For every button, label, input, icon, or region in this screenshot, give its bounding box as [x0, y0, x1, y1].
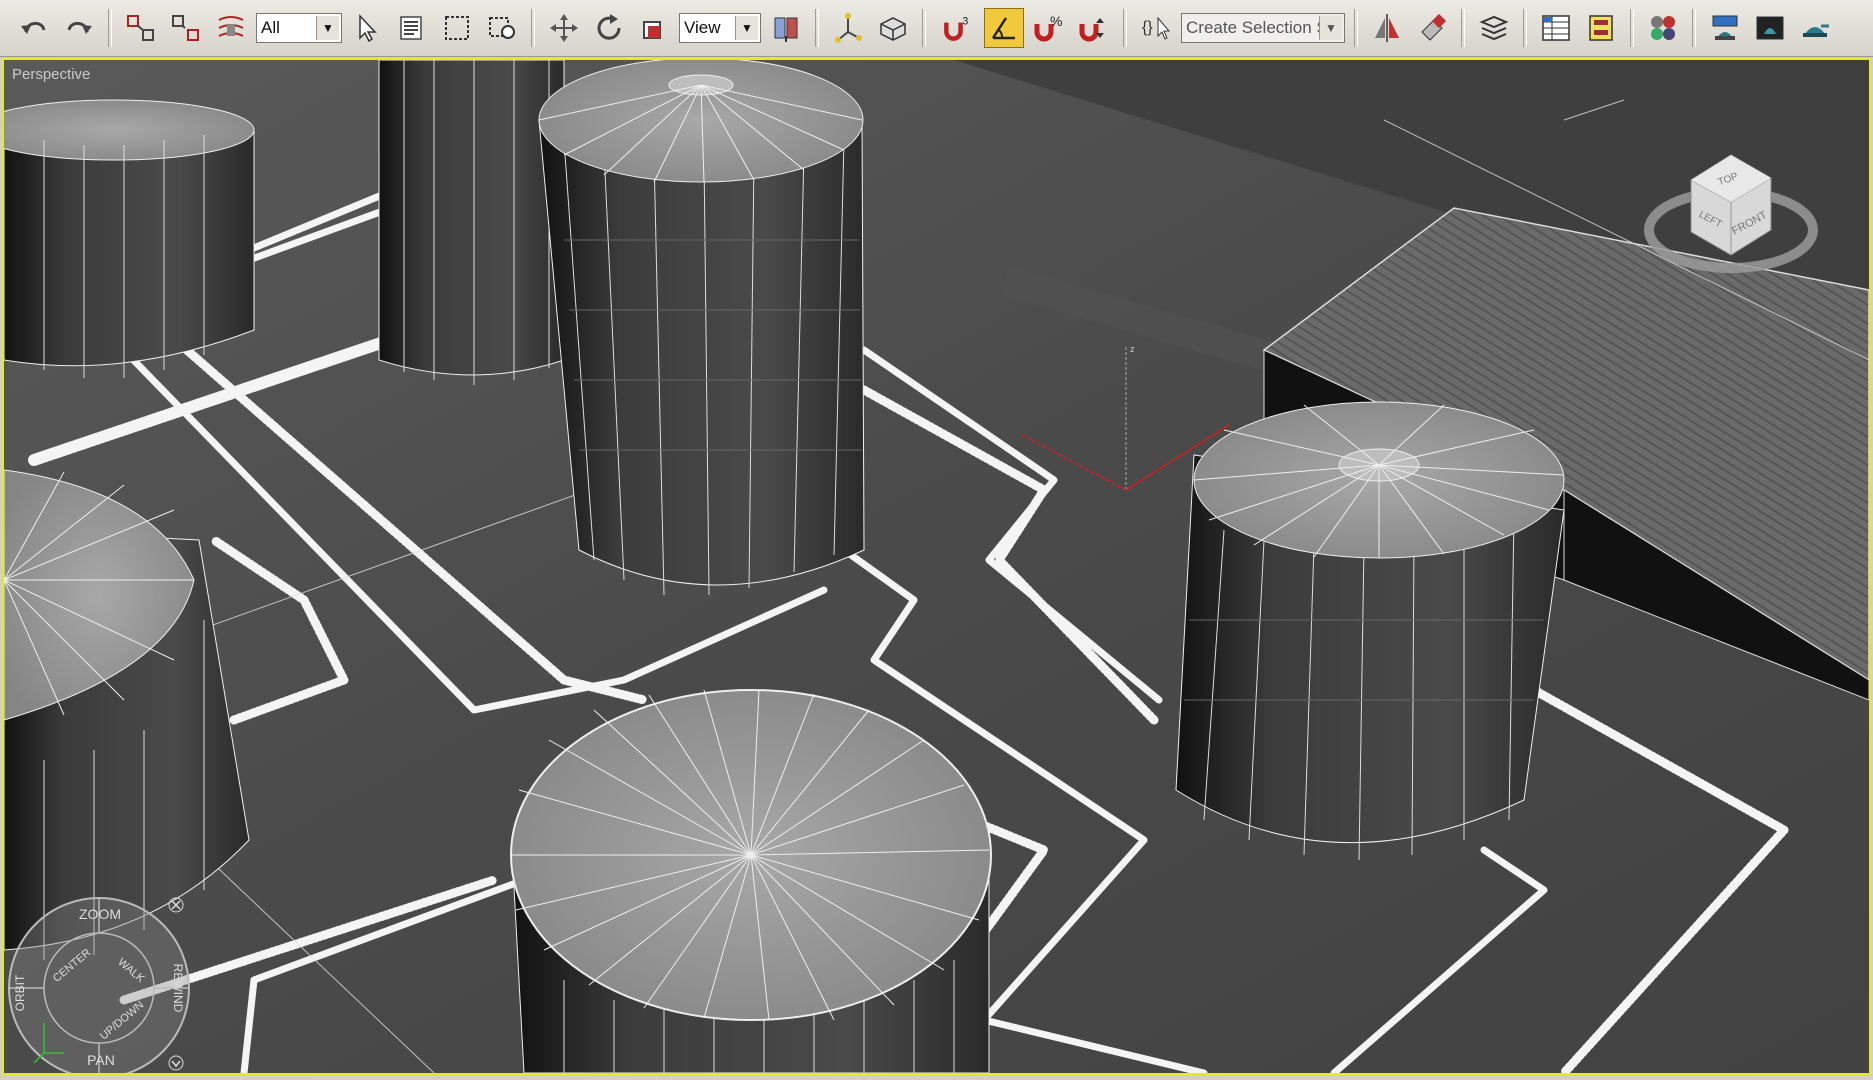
select-by-name-icon[interactable] [392, 8, 432, 48]
select-and-manipulate-icon[interactable] [828, 8, 868, 48]
material-editor-icon[interactable] [1643, 8, 1683, 48]
chevron-down-icon: ▼ [735, 16, 758, 40]
select-object-icon[interactable] [347, 8, 387, 48]
tank-right[interactable] [1175, 401, 1565, 861]
toolbar-separator [1354, 9, 1358, 47]
perspective-viewport[interactable]: z Perspective TOP LEFT FRONT ZOOM ORBIT … [2, 58, 1871, 1075]
selection-filter-dropdown[interactable]: All ▼ [256, 13, 342, 43]
svg-text:%: % [1050, 13, 1062, 29]
select-and-move-icon[interactable] [544, 8, 584, 48]
reference-coordinate-dropdown[interactable]: View ▼ [679, 13, 761, 43]
bind-to-space-warp-icon[interactable] [211, 8, 251, 48]
rewind-label[interactable]: REWIND [171, 964, 185, 1013]
viewcube[interactable]: TOP LEFT FRONT [1639, 130, 1829, 290]
steering-wheel[interactable]: ZOOM ORBIT CENTER WALK REWIND UP/DOWN PA… [4, 883, 194, 1073]
chevron-down-icon: ▼ [1319, 16, 1342, 40]
svg-text:z: z [1130, 344, 1135, 354]
toolbar-separator [1123, 9, 1127, 47]
unlink-selection-icon[interactable] [166, 8, 206, 48]
rectangular-selection-region-icon[interactable] [437, 8, 477, 48]
redo-icon[interactable] [59, 8, 99, 48]
tank-center-tall[interactable] [538, 60, 865, 596]
toolbar-separator [1461, 9, 1465, 47]
scene-canvas[interactable]: z [4, 60, 1869, 1073]
pivot-point-center-icon[interactable] [766, 8, 806, 48]
pan-label[interactable]: PAN [87, 1052, 115, 1068]
toolbar-separator [1523, 9, 1527, 47]
reference-coordinate-value: View [684, 18, 721, 37]
wheel-menu-icon[interactable] [168, 1055, 184, 1071]
percent-snap-toggle-icon[interactable]: % [1029, 8, 1069, 48]
chevron-down-icon: ▼ [316, 16, 339, 40]
rendered-frame-window-icon[interactable] [1750, 8, 1790, 48]
main-toolbar: All ▼ View ▼ 3 % {} Create Selection Set ▼ [0, 0, 1873, 57]
toolbar-separator [531, 9, 535, 47]
tank-back-middle[interactable] [378, 60, 565, 385]
tank-front-center[interactable] [510, 689, 992, 1073]
schematic-view-icon[interactable] [1581, 8, 1621, 48]
selection-filter-value: All [261, 18, 280, 37]
select-and-rotate-icon[interactable] [589, 8, 629, 48]
toolbar-separator [815, 9, 819, 47]
render-production-icon[interactable] [1795, 8, 1835, 48]
window-crossing-icon[interactable] [482, 8, 522, 48]
viewport-label[interactable]: Perspective [12, 66, 90, 83]
spinner-snap-toggle-icon[interactable] [1074, 8, 1114, 48]
layer-manager-icon[interactable] [1474, 8, 1514, 48]
angle-snap-toggle-icon[interactable] [984, 8, 1024, 48]
undo-icon[interactable] [14, 8, 54, 48]
align-icon[interactable] [1412, 8, 1452, 48]
select-and-link-icon[interactable] [121, 8, 161, 48]
snaps-toggle-icon[interactable]: 3 [935, 8, 979, 48]
status-strip [0, 1075, 1873, 1080]
curve-editor-icon[interactable] [1536, 8, 1576, 48]
select-and-scale-icon[interactable] [634, 8, 674, 48]
svg-text:{}: {} [1142, 19, 1153, 36]
mirror-icon[interactable] [1367, 8, 1407, 48]
toolbar-separator [922, 9, 926, 47]
snap-value: 3 [962, 15, 968, 27]
3ds-max-window: All ▼ View ▼ 3 % {} Create Selection Set ▼ [0, 0, 1873, 1080]
toolbar-separator [1630, 9, 1634, 47]
render-setup-icon[interactable] [1705, 8, 1745, 48]
toolbar-separator [1692, 9, 1696, 47]
zoom-label[interactable]: ZOOM [79, 906, 121, 922]
tank-back-left[interactable] [4, 99, 255, 378]
orbit-label[interactable]: ORBIT [13, 974, 27, 1011]
edit-named-selection-sets-icon[interactable]: {} [1136, 8, 1176, 48]
keyboard-shortcut-override-icon[interactable] [873, 8, 913, 48]
toolbar-separator [108, 9, 112, 47]
named-selection-sets-dropdown[interactable]: Create Selection Set ▼ [1181, 13, 1345, 43]
